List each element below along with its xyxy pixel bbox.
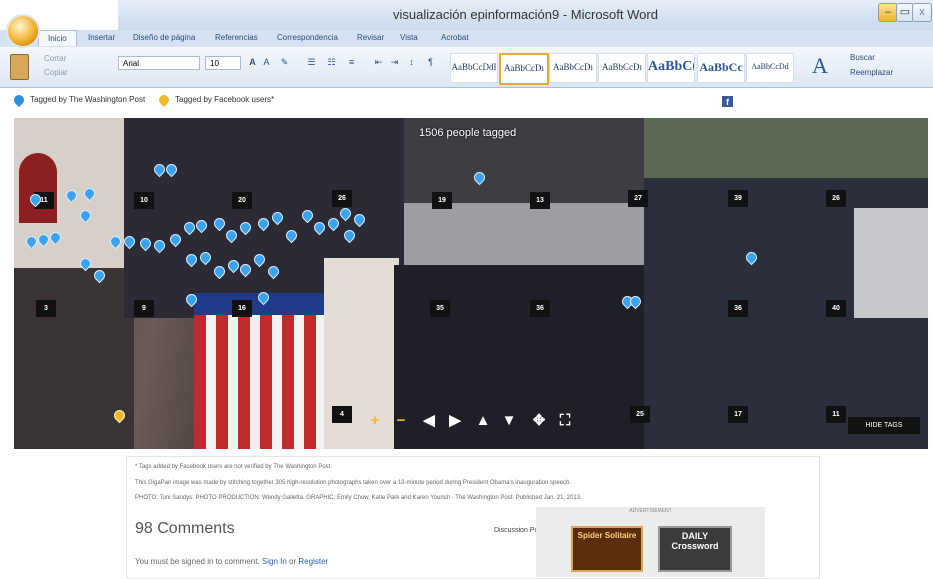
- section-number[interactable]: 36: [728, 300, 748, 317]
- tv-tower: [854, 208, 928, 318]
- ad-crossword-line1: DAILY: [681, 531, 709, 541]
- tab-inicio[interactable]: Inicio: [38, 30, 77, 46]
- replace-button[interactable]: Reemplazar: [850, 68, 893, 77]
- section-number[interactable]: 20: [232, 192, 252, 209]
- comments-title: 98 Comments: [135, 520, 235, 537]
- legend-washington-post: Tagged by The Washington Post: [30, 95, 146, 104]
- find-button[interactable]: Buscar: [850, 53, 875, 62]
- clear-format-icon[interactable]: ✎: [278, 56, 291, 69]
- paste-icon[interactable]: [10, 54, 29, 80]
- section-number[interactable]: 26: [826, 190, 846, 207]
- gigapan-description: This GigaPan image was made by stitching…: [135, 480, 572, 486]
- gray-wall: [404, 203, 654, 265]
- section-number[interactable]: 9: [134, 300, 154, 317]
- hide-tags-button[interactable]: HIDE TAGS: [848, 417, 920, 434]
- ad-daily-crossword[interactable]: DAILY Crossword: [658, 526, 732, 572]
- title-bar: visualización epinformación9 - Microsoft…: [118, 0, 933, 30]
- window-title: visualización epinformación9 - Microsoft…: [393, 7, 658, 22]
- decrease-indent-icon[interactable]: ⇤: [372, 56, 385, 69]
- facebook-disclaimer: * Tags added by Facebook users are not v…: [135, 464, 333, 470]
- office-button[interactable]: [8, 16, 38, 46]
- style-heading1[interactable]: AaBbCcDı: [549, 53, 597, 83]
- zoom-in-icon[interactable]: +: [364, 410, 386, 432]
- pan-left-icon[interactable]: ◀: [418, 410, 440, 432]
- section-number[interactable]: 16: [232, 300, 252, 317]
- flag-bunting: [194, 293, 329, 449]
- ad-spider-solitaire[interactable]: Spider Solitaire: [571, 526, 643, 572]
- tab-diseno[interactable]: Diseño de página: [133, 33, 195, 42]
- section-number[interactable]: 26: [332, 190, 352, 207]
- style-title[interactable]: AaBbC(: [647, 53, 695, 83]
- increase-indent-icon[interactable]: ⇥: [388, 56, 401, 69]
- signin-prefix: You must be signed in to comment.: [135, 557, 260, 566]
- facebook-pin-icon: [156, 92, 172, 108]
- numbering-icon[interactable]: ☷: [325, 56, 338, 69]
- tagged-count: 1506 people tagged: [419, 127, 517, 139]
- pan-down-icon[interactable]: ▼: [498, 410, 520, 432]
- tab-referencias[interactable]: Referencias: [215, 33, 258, 42]
- tab-correspondencia[interactable]: Correspondencia: [277, 33, 338, 42]
- ad-label: ADVERTISEMENT: [629, 508, 672, 514]
- fullscreen-icon[interactable]: ⛶: [554, 410, 576, 432]
- section-number[interactable]: 35: [430, 300, 450, 317]
- section-number[interactable]: 25: [630, 406, 650, 423]
- advertisement: ADVERTISEMENT Spider Solitaire DAILY Cro…: [536, 507, 765, 577]
- sort-icon[interactable]: ↕: [405, 56, 418, 69]
- section-number[interactable]: 11: [826, 406, 846, 423]
- copy-button[interactable]: Copiar: [44, 68, 68, 77]
- font-name-select[interactable]: Arial: [118, 56, 200, 70]
- ribbon: Cortar Copiar Arial 10 A A ✎ ☰ ☷ ≡ ⇤ ⇥ ↕…: [0, 47, 933, 88]
- change-styles-icon[interactable]: A: [812, 53, 834, 79]
- pan-up-icon[interactable]: ▲: [472, 410, 494, 432]
- article-footer: * Tags added by Facebook users are not v…: [126, 456, 820, 579]
- grow-font-icon[interactable]: A: [246, 56, 259, 69]
- multilevel-icon[interactable]: ≡: [345, 56, 358, 69]
- section-number[interactable]: 10: [134, 192, 154, 209]
- gigapan-viewer[interactable]: 1506 people tagged 11 10 20 26 19 13 27 …: [14, 118, 928, 449]
- viewer-controls: + − ◀ ▶ ▲ ▼ ✥ ⛶: [364, 410, 579, 434]
- pan-right-icon[interactable]: ▶: [444, 410, 466, 432]
- style-normal[interactable]: AaBbCcDdI: [450, 53, 498, 83]
- sign-in-link[interactable]: Sign In: [262, 557, 287, 566]
- signin-or: or: [289, 557, 297, 566]
- font-size-select[interactable]: 10: [205, 56, 241, 70]
- section-number[interactable]: 40: [826, 300, 846, 317]
- crowd-left: [14, 268, 134, 449]
- tab-acrobat[interactable]: Acrobat: [441, 33, 469, 42]
- zoom-out-icon[interactable]: −: [390, 410, 412, 432]
- section-number[interactable]: 17: [728, 406, 748, 423]
- section-number[interactable]: 27: [628, 190, 648, 207]
- minimize-button[interactable]: –: [878, 3, 898, 22]
- style-subtitle[interactable]: AaBbCc: [697, 53, 745, 83]
- trees: [644, 118, 928, 178]
- register-link[interactable]: Register: [298, 557, 328, 566]
- ad-crossword-line2: Crossword: [671, 541, 719, 551]
- close-button[interactable]: x: [912, 3, 932, 22]
- cut-button[interactable]: Cortar: [44, 54, 66, 63]
- facebook-icon[interactable]: f: [722, 96, 733, 107]
- tab-insertar[interactable]: Insertar: [88, 33, 115, 42]
- style-no-spacing[interactable]: AaBbCcDı: [499, 53, 549, 85]
- ribbon-tabs: Inicio Insertar Diseño de página Referen…: [0, 30, 933, 47]
- tag-legend: Tagged by The Washington Post Tagged by …: [0, 88, 933, 116]
- tab-vista[interactable]: Vista: [400, 33, 418, 42]
- legend-facebook: Tagged by Facebook users*: [175, 95, 275, 104]
- section-number[interactable]: 36: [530, 300, 550, 317]
- section-number[interactable]: 13: [530, 192, 550, 209]
- style-heading2[interactable]: AaBbCcDı: [598, 53, 646, 83]
- washington-post-pin-icon: [11, 92, 27, 108]
- red-doorway: [19, 153, 57, 223]
- bullets-icon[interactable]: ☰: [305, 56, 318, 69]
- section-number[interactable]: 3: [36, 300, 56, 317]
- section-number[interactable]: 4: [332, 406, 352, 423]
- signin-prompt: You must be signed in to comment. Sign I…: [135, 557, 328, 566]
- move-icon[interactable]: ✥: [528, 410, 550, 432]
- show-marks-icon[interactable]: ¶: [424, 56, 437, 69]
- credits: PHOTO: Toni Sandys. PHOTO PRODUCTION: We…: [135, 495, 582, 501]
- section-number[interactable]: 39: [728, 190, 748, 207]
- shrink-font-icon[interactable]: A: [260, 56, 273, 69]
- style-emphasis[interactable]: AaBbCcDd: [746, 53, 794, 83]
- section-number[interactable]: 19: [432, 192, 452, 209]
- tab-revisar[interactable]: Revisar: [357, 33, 384, 42]
